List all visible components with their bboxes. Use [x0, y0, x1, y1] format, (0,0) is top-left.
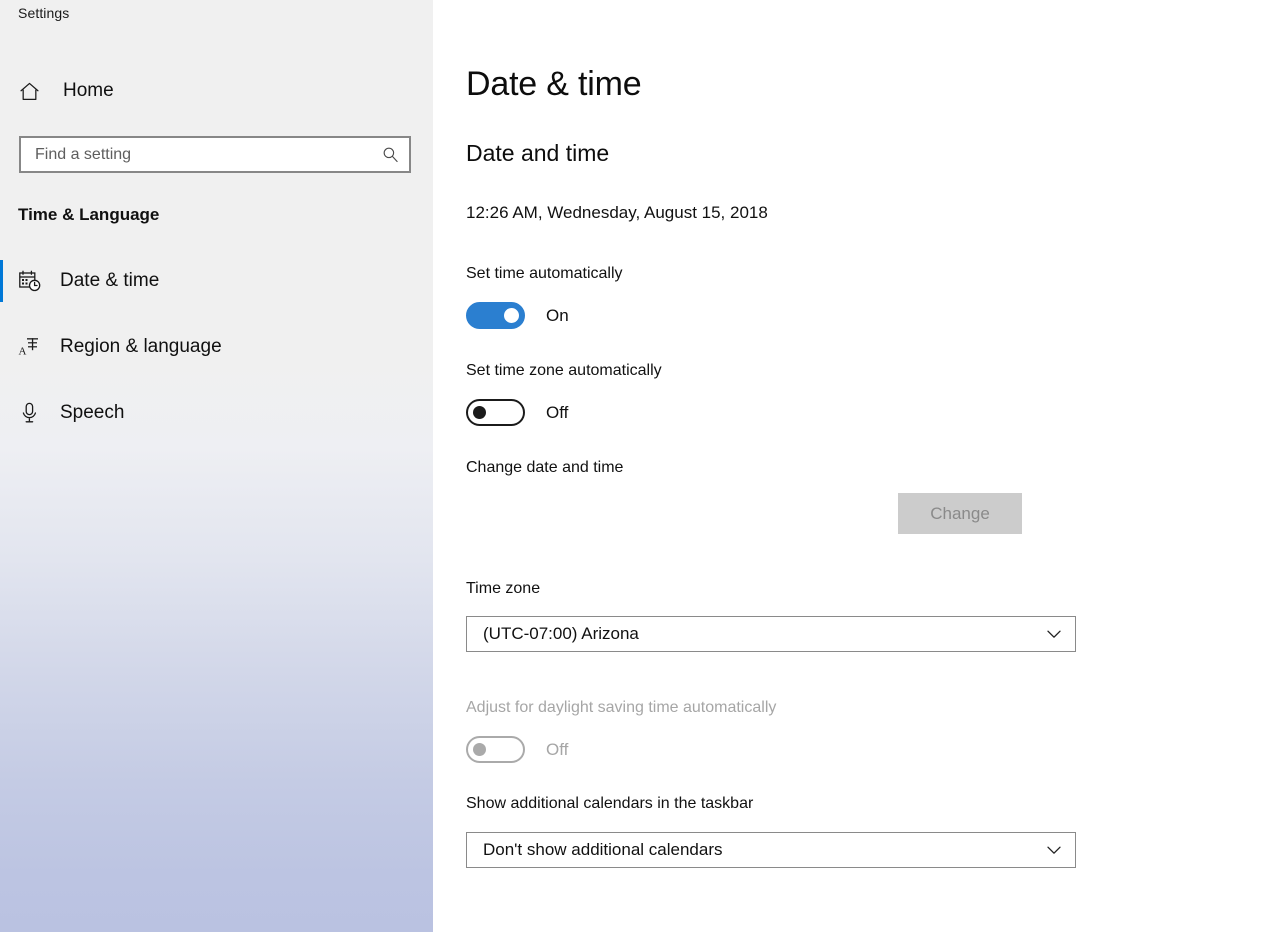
sidebar-item-label: Date & time: [60, 270, 159, 292]
sidebar: Settings Home Time & Language: [0, 0, 433, 932]
daylight-saving-toggle: [466, 736, 525, 763]
set-timezone-automatically-row[interactable]: Off: [466, 399, 568, 426]
additional-calendars-value: Don't show additional calendars: [483, 840, 1043, 860]
sidebar-group-header: Time & Language: [18, 205, 159, 225]
set-timezone-automatically-state: Off: [546, 403, 568, 423]
current-datetime: 12:26 AM, Wednesday, August 15, 2018: [466, 203, 768, 223]
daylight-saving-state: Off: [546, 740, 568, 760]
daylight-saving-label: Adjust for daylight saving time automati…: [466, 699, 776, 717]
language-icon: A: [18, 335, 48, 359]
set-time-automatically-toggle[interactable]: [466, 302, 525, 329]
chevron-down-icon: [1043, 630, 1065, 639]
daylight-saving-row: Off: [466, 736, 568, 763]
change-button[interactable]: Change: [898, 493, 1022, 534]
nav-spacer: [0, 304, 433, 324]
section-title: Date and time: [466, 140, 609, 167]
set-timezone-automatically-toggle[interactable]: [466, 399, 525, 426]
search-input[interactable]: [35, 146, 379, 164]
set-time-automatically-label: Set time automatically: [466, 265, 623, 283]
additional-calendars-label: Show additional calendars in the taskbar: [466, 795, 753, 813]
home-label: Home: [63, 80, 114, 102]
sidebar-item-home[interactable]: Home: [18, 74, 114, 108]
sidebar-item-label: Region & language: [60, 336, 222, 358]
home-icon: [18, 80, 46, 103]
search-box[interactable]: [19, 136, 411, 173]
page-title: Date & time: [466, 65, 641, 104]
set-time-automatically-row[interactable]: On: [466, 302, 569, 329]
sidebar-item-date-time[interactable]: Date & time: [0, 258, 433, 304]
sidebar-nav: Date & time A Region & language: [0, 258, 433, 436]
svg-text:A: A: [19, 346, 27, 358]
additional-calendars-dropdown[interactable]: Don't show additional calendars: [466, 832, 1076, 868]
set-time-automatically-state: On: [546, 306, 569, 326]
toggle-knob: [473, 406, 486, 419]
toggle-knob: [504, 308, 519, 323]
change-date-time-label: Change date and time: [466, 459, 623, 477]
search-icon[interactable]: [379, 146, 401, 163]
sidebar-item-label: Speech: [60, 402, 124, 424]
sidebar-item-region-language[interactable]: A Region & language: [0, 324, 433, 370]
chevron-down-icon: [1043, 846, 1065, 855]
microphone-icon: [18, 401, 48, 425]
time-zone-value: (UTC-07:00) Arizona: [483, 624, 1043, 644]
sidebar-item-speech[interactable]: Speech: [0, 390, 433, 436]
set-timezone-automatically-label: Set time zone automatically: [466, 362, 662, 380]
time-zone-label: Time zone: [466, 580, 540, 598]
toggle-knob: [473, 743, 486, 756]
settings-window: Settings Home Time & Language: [0, 0, 1282, 932]
main-content: Date & time Date and time 12:26 AM, Wedn…: [433, 0, 1282, 932]
app-title: Settings: [18, 5, 69, 21]
calendar-clock-icon: [18, 269, 48, 293]
nav-spacer: [0, 370, 433, 390]
time-zone-dropdown[interactable]: (UTC-07:00) Arizona: [466, 616, 1076, 652]
